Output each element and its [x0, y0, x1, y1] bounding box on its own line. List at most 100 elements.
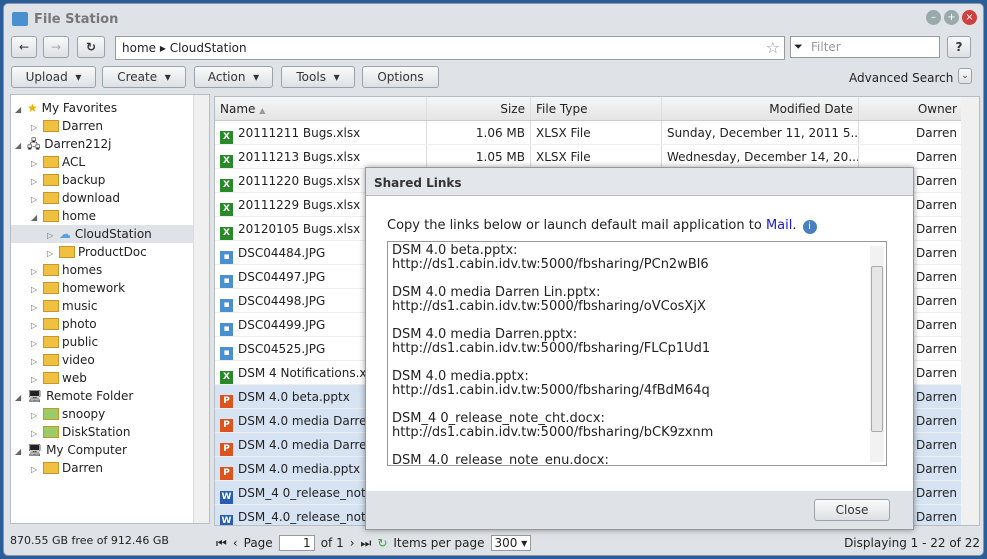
path-home[interactable]: home	[122, 41, 156, 55]
dialog-message-text: Copy the links below or launch default m…	[387, 218, 766, 233]
tree-item[interactable]: ◢ 🖥 My Computer	[11, 441, 209, 459]
link-entry: DSM_4.0_release_note_enu.docx:	[392, 454, 862, 466]
file-type-icon: X	[220, 179, 233, 192]
path-cloudstation[interactable]: CloudStation	[170, 41, 247, 55]
tree-item[interactable]: ▷ Darren	[11, 459, 209, 477]
options-button[interactable]: Options	[362, 66, 439, 88]
file-name: 20111229 Bugs.xlsx	[238, 198, 361, 212]
tree-item[interactable]: ▷ web	[11, 369, 209, 387]
tree-scrollbar[interactable]	[193, 95, 209, 523]
tree-item-label: photo	[62, 317, 97, 331]
tree-item-label: Darren212j	[44, 137, 112, 151]
tree-item-label: My Computer	[46, 443, 127, 457]
mail-link[interactable]: Mail	[766, 218, 792, 233]
minimize-icon[interactable]: –	[926, 10, 941, 25]
file-type-icon: P	[220, 467, 233, 480]
expander-icon[interactable]: ◢	[15, 443, 27, 461]
expander-icon[interactable]: ◢	[15, 389, 27, 407]
expand-search-icon[interactable]: ⌄	[958, 68, 972, 84]
tree-item[interactable]: ▷ Darren	[11, 117, 209, 135]
file-row[interactable]: X 20111211 Bugs.xlsx 1.06 MB XLSX File Sunda…	[215, 121, 979, 145]
file-name: 20111213 Bugs.xlsx	[238, 150, 361, 164]
tree-item[interactable]: ▷ backup	[11, 171, 209, 189]
info-icon[interactable]: i	[802, 220, 817, 234]
file-list-scrollbar[interactable]	[961, 97, 979, 525]
tree-item[interactable]: ▷ snoopy	[11, 405, 209, 423]
links-textarea[interactable]: DSM 4.0 beta.pptx: http://ds1.cabin.idv.t…	[387, 241, 887, 466]
action-button[interactable]: Action ▾	[194, 66, 273, 88]
prev-page-icon[interactable]: ‹	[233, 536, 238, 550]
link-file: DSM 4.0 media.pptx:	[392, 369, 529, 384]
tree-item-label: backup	[62, 173, 106, 187]
title-bar: File Station	[4, 4, 983, 34]
tree-item-label: public	[62, 335, 99, 349]
file-type-icon: ▪	[220, 323, 233, 336]
close-icon[interactable]: ×	[962, 10, 977, 25]
create-button[interactable]: Create ▾	[102, 66, 186, 88]
computer-icon: 🖥	[27, 389, 43, 403]
help-button[interactable]: ?	[947, 36, 971, 58]
tree-item[interactable]: ▷ DiskStation	[11, 423, 209, 441]
folder-icon	[43, 300, 59, 312]
next-page-icon[interactable]: ›	[350, 536, 355, 550]
file-name: 20111220 Bugs.xlsx	[238, 174, 361, 188]
column-date[interactable]: Modified Date	[662, 97, 859, 120]
column-size[interactable]: Size	[427, 97, 531, 120]
tree-item[interactable]: ◢ 🖥 Remote Folder	[11, 387, 209, 405]
tree-item[interactable]: ◢ ★ My Favorites	[11, 99, 209, 117]
link-url: http://ds1.cabin.idv.tw:5000/fbsharing/P…	[392, 257, 709, 272]
links-scrollbar[interactable]	[870, 246, 884, 462]
tree-item[interactable]: ◢ home	[11, 207, 209, 225]
expander-icon[interactable]: ◢	[15, 101, 27, 119]
upload-button[interactable]: Upload ▾	[11, 66, 96, 88]
file-owner: Darren	[859, 145, 963, 168]
create-label: Create	[117, 70, 158, 84]
maximize-icon[interactable]: +	[944, 10, 959, 25]
file-size: 1.06 MB	[427, 121, 531, 144]
expander-icon[interactable]: ◢	[15, 137, 27, 155]
tools-label: Tools	[296, 70, 326, 84]
tree-item[interactable]: ▷ ☁ CloudStation	[11, 225, 209, 243]
file-type-icon: ▪	[220, 251, 233, 264]
folder-icon	[43, 210, 59, 222]
column-name-label: Name	[220, 102, 256, 116]
advanced-search-link[interactable]: Advanced Search	[849, 71, 953, 85]
column-type[interactable]: File Type	[531, 97, 662, 120]
tree-item[interactable]: ▷ photo	[11, 315, 209, 333]
tree-item[interactable]: ▷ download	[11, 189, 209, 207]
dialog-message: Copy the links below or launch default m…	[387, 218, 817, 234]
sort-asc-icon: ▲	[259, 106, 266, 115]
path-bar[interactable]: home ▸ CloudStation ☆	[115, 36, 785, 60]
items-per-page-select[interactable]: 300 ▾	[490, 535, 532, 551]
refresh-button[interactable]: ↻	[77, 36, 105, 58]
tree-item[interactable]: ▷ homework	[11, 279, 209, 297]
file-name: DSC04525.JPG	[238, 342, 326, 356]
forward-button[interactable]: →	[43, 36, 69, 58]
dialog-title: Shared Links	[366, 168, 913, 196]
favorite-star-icon[interactable]: ☆	[766, 38, 780, 57]
page-input[interactable]: 1	[278, 535, 315, 551]
first-page-icon[interactable]: ⏮	[216, 536, 227, 551]
tree-item[interactable]: ▷ homes	[11, 261, 209, 279]
folder-icon	[43, 264, 59, 276]
tools-button[interactable]: Tools ▾	[281, 66, 355, 88]
expander-icon[interactable]: ▷	[31, 461, 43, 479]
tree-item[interactable]: ▷ music	[11, 297, 209, 315]
tree-item[interactable]: ▷ ACL	[11, 153, 209, 171]
tree-item[interactable]: ▷ video	[11, 351, 209, 369]
last-page-icon[interactable]: ⏭	[361, 536, 372, 551]
folder-icon	[59, 246, 75, 258]
pager: ⏮ ‹ Page 1 of 1 › ⏭ ↻ Items per page 300 ▾…	[216, 532, 980, 554]
close-button[interactable]: Close	[814, 499, 890, 521]
back-button[interactable]: ←	[11, 36, 37, 58]
expander-icon[interactable]: ◢	[31, 209, 43, 227]
tree-item[interactable]: ▷ ProductDoc	[11, 243, 209, 261]
column-name[interactable]: Name ▲	[215, 97, 427, 120]
tree-item-label: homes	[62, 263, 103, 277]
file-row[interactable]: X 20111213 Bugs.xlsx 1.05 MB XLSX File Wedne…	[215, 145, 979, 169]
filter-input[interactable]: Filter	[790, 36, 940, 58]
tree-item[interactable]: ▷ public	[11, 333, 209, 351]
column-owner[interactable]: Owner	[859, 97, 963, 120]
reload-icon[interactable]: ↻	[377, 536, 387, 550]
tree-item[interactable]: ◢ 🖧 Darren212j	[11, 135, 209, 153]
